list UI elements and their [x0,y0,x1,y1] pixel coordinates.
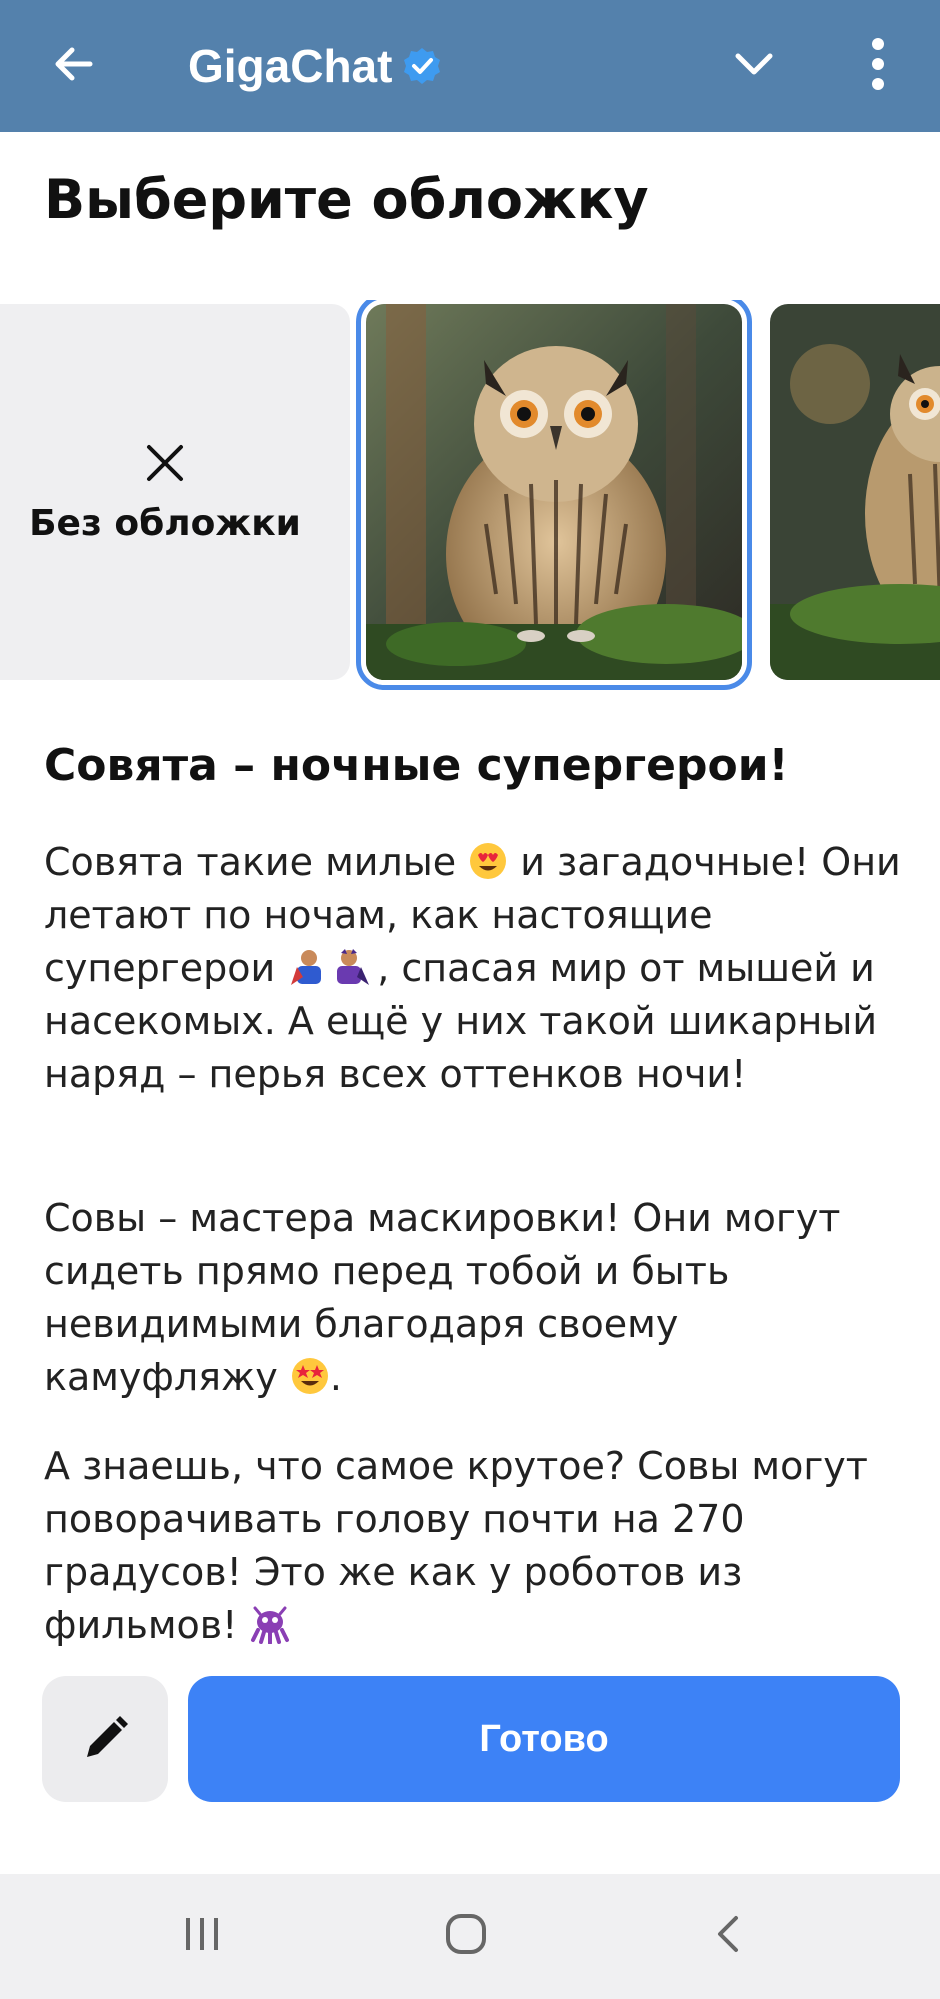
done-button[interactable]: Готово [188,1676,900,1802]
heart-eyes-emoji [470,843,507,879]
post-paragraph-1: Совята такие милые и загадочные! Они лет… [44,836,904,1101]
arrow-left-icon [55,47,93,81]
post-paragraph-3: А знаешь, что самое крутое? Совы могут п… [44,1440,904,1652]
back-chevron-icon [718,1916,738,1952]
system-back-button[interactable] [694,1898,766,1970]
post-paragraph-2: Совы – мастера маскировки! Они могут сид… [44,1192,904,1404]
recents-icon [186,1918,218,1950]
home-button[interactable] [430,1898,502,1970]
owl-image [366,304,742,680]
paragraph-text: А знаешь, что самое крутое? Совы могут п… [44,1444,868,1647]
paragraph-text: . [329,1355,342,1399]
cover-carousel[interactable]: Без обложки [0,300,940,692]
paragraph-text: Совята такие милые [44,840,469,884]
sheet-title: Выберите обложку [44,168,649,231]
home-icon [446,1914,486,1954]
close-icon [147,444,183,481]
star-struck-emoji [291,1358,328,1394]
chat-title-text: GigaChat [188,40,393,92]
chat-title[interactable]: GigaChat [188,30,442,102]
no-cover-label: Без обложки [29,502,301,544]
top-app-bar: GigaChat [0,0,940,132]
pencil-icon [87,1716,128,1757]
recents-button[interactable] [166,1898,238,1970]
alien-monster-emoji [250,1606,289,1644]
expand-button[interactable] [718,28,790,100]
owl-cover-2[interactable] [770,304,940,680]
no-cover-option[interactable]: Без обложки [0,304,350,680]
paragraph-text: Совы – мастера маскировки! Они могут сид… [44,1196,841,1399]
verified-badge-icon [402,46,442,86]
post-title: Совята – ночные супергерои! [44,740,789,791]
chevron-down-icon [735,53,773,75]
superhero-emoji [291,949,370,985]
owl-cover-1[interactable] [356,300,752,690]
system-nav-bar [0,1874,940,1999]
more-options-button[interactable] [842,28,914,100]
owl-image [770,304,940,680]
edit-button[interactable] [42,1676,168,1802]
more-vertical-icon [872,38,884,90]
back-button[interactable] [38,28,110,100]
